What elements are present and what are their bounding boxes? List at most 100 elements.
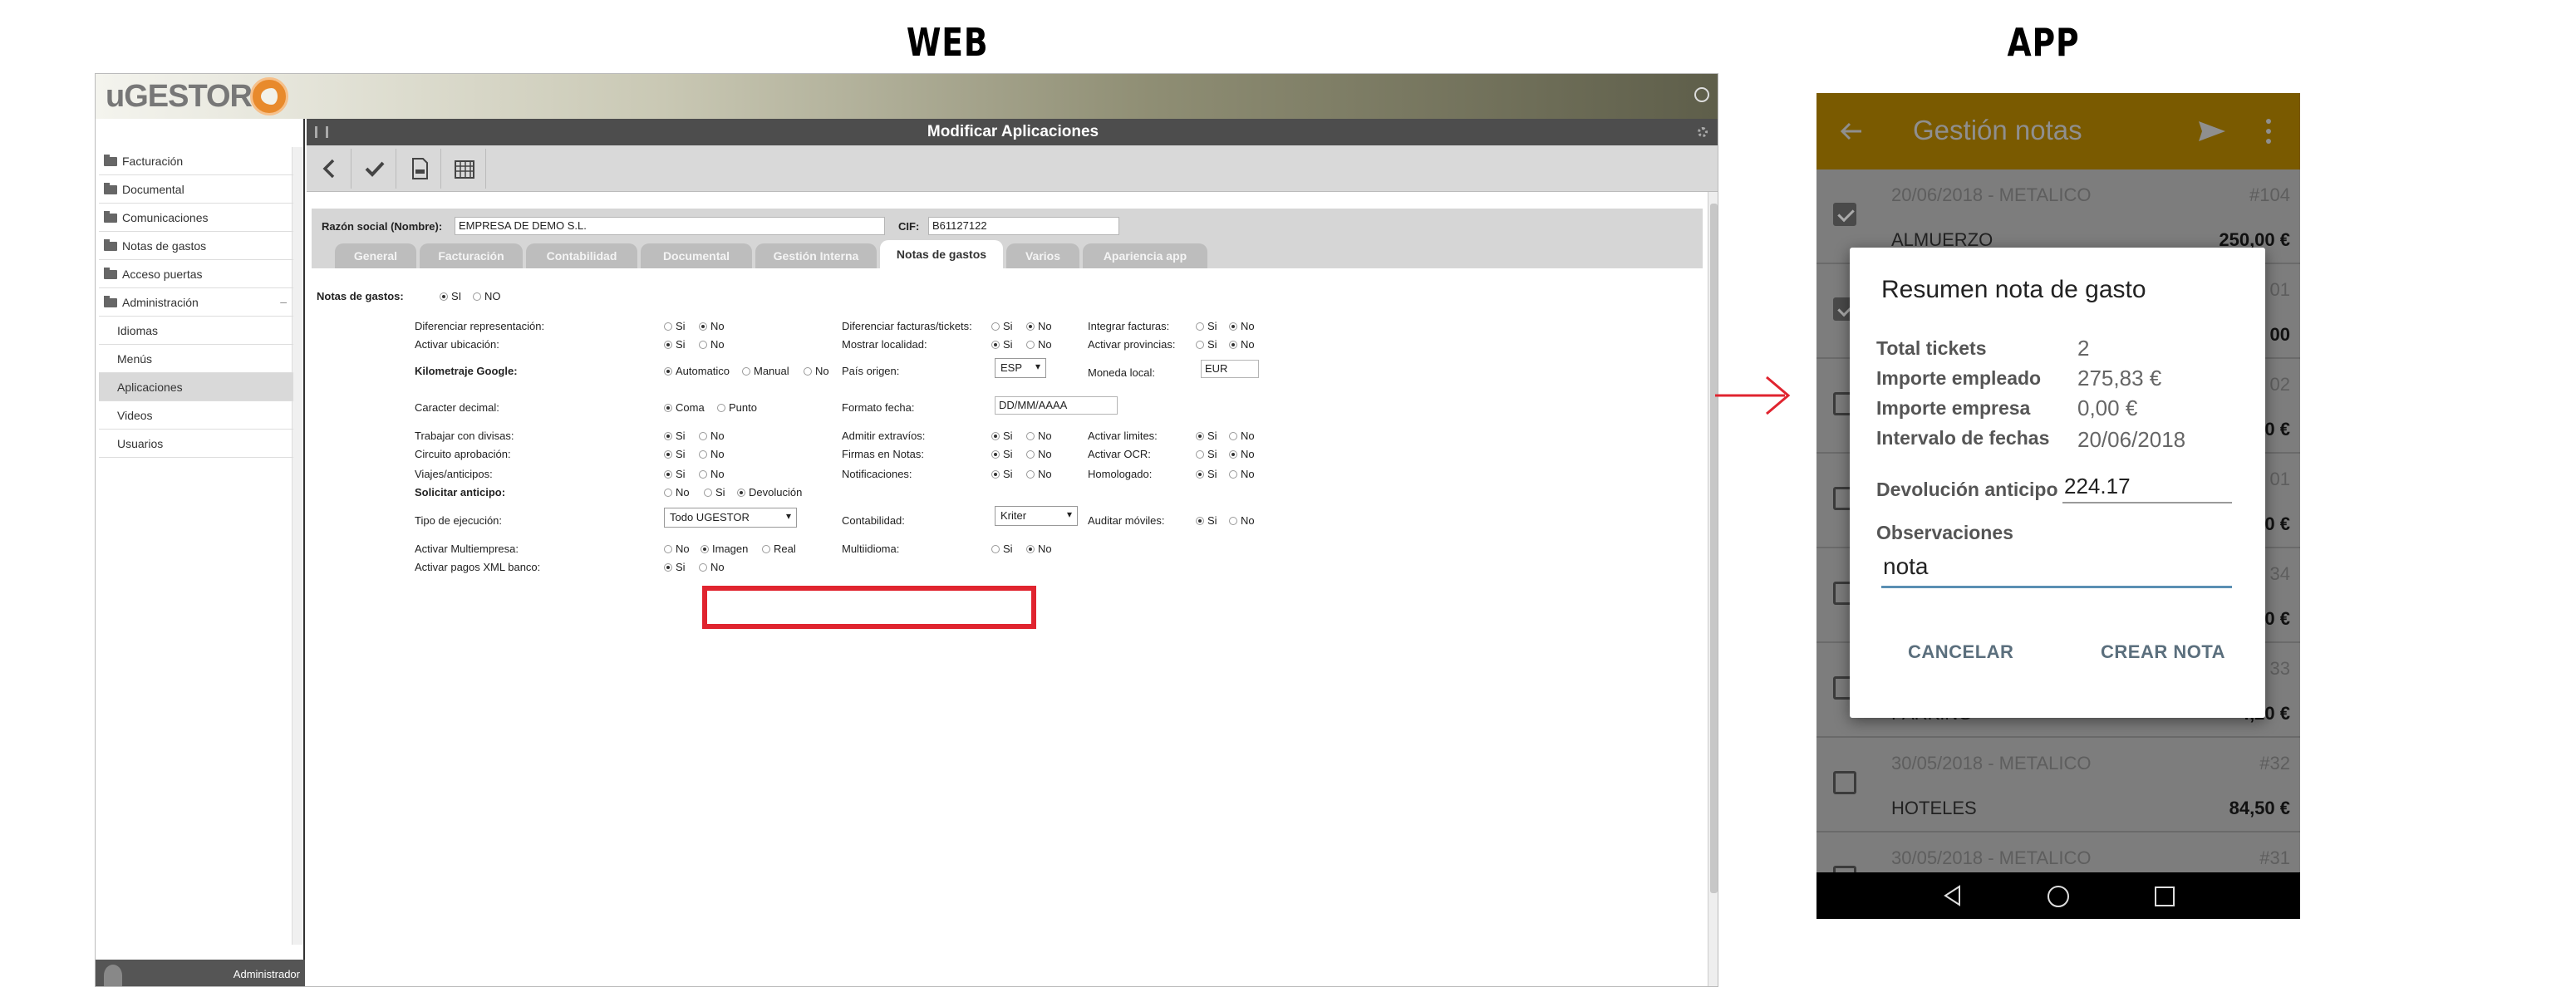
sidebar-item-documental[interactable]: Documental [99,175,293,204]
pais-origen-select[interactable]: ESP [995,358,1046,378]
viajes-no-radio[interactable] [699,470,707,479]
back-arrow-icon[interactable] [1838,118,1865,145]
sidebar-item-menus[interactable]: Menús [99,345,293,373]
save-button[interactable] [353,149,396,189]
row-checkbox[interactable] [1833,771,1856,794]
km-automatico-radio[interactable] [664,367,672,376]
sidebar-item-administracion[interactable]: Administración – [99,288,293,317]
export-pdf-button[interactable] [398,149,441,189]
formato-fecha-input[interactable]: DD/MM/AAAA [995,396,1118,415]
tab-documental[interactable]: Documental [641,243,752,268]
tab-notas-gastos[interactable]: Notas de gastos [880,240,1003,268]
anticipo-si-radio[interactable] [704,489,712,497]
dif-rep-si-radio[interactable] [664,322,672,331]
sidebar-item-idiomas[interactable]: Idiomas [99,317,293,345]
back-button[interactable] [308,149,351,189]
homologado-no-radio[interactable] [1229,470,1237,479]
sidebar-item-notas-gastos[interactable]: Notas de gastos [99,232,293,260]
dif-rep-no-radio[interactable] [699,322,707,331]
dif-fact-si-radio[interactable] [991,322,1000,331]
nav-back-icon[interactable] [1941,884,1964,907]
collapse-icon[interactable]: – [280,295,287,308]
multiempresa-no-radio[interactable] [664,545,672,553]
circuito-si-radio[interactable] [664,450,672,459]
ocr-no-radio[interactable] [1229,450,1237,459]
pagos-si-radio[interactable] [664,563,672,572]
extravios-no-radio[interactable] [1026,432,1035,440]
menu-icon[interactable] [315,126,328,138]
nav-home-icon[interactable] [2046,884,2071,909]
notificaciones-si-radio[interactable] [991,470,1000,479]
tab-facturacion[interactable]: Facturación [420,243,523,268]
tab-varios[interactable]: Varios [1006,243,1079,268]
content-scrollbar[interactable] [1708,192,1718,986]
firmas-no-radio[interactable] [1026,450,1035,459]
integrar-no-radio[interactable] [1229,322,1237,331]
auditar-si-radio[interactable] [1196,517,1204,525]
sidebar-item-aplicaciones[interactable]: Aplicaciones [99,373,293,401]
decimal-coma-radio[interactable] [664,404,672,412]
cancel-button[interactable]: CANCELAR [1908,641,2013,663]
provincias-si-radio[interactable] [1196,341,1204,349]
homologado-si-radio[interactable] [1196,470,1204,479]
moneda-local-input[interactable]: EUR [1201,360,1259,378]
extravios-si-radio[interactable] [991,432,1000,440]
sidebar-item-acceso-puertas[interactable]: Acceso puertas [99,260,293,288]
multiempresa-imagen-radio[interactable] [701,545,709,553]
razon-social-input[interactable]: EMPRESA DE DEMO S.L. [455,217,885,235]
notas-si-radio[interactable] [440,292,448,301]
sidebar-item-comunicaciones[interactable]: Comunicaciones [99,204,293,232]
nav-recents-icon[interactable] [2154,886,2175,907]
ubicacion-si-radio[interactable] [664,341,672,349]
row-number: 01 [2269,469,2290,489]
send-icon[interactable] [2197,118,2227,145]
viajes-si-radio[interactable] [664,470,672,479]
limites-no-radio[interactable] [1229,432,1237,440]
km-manual-radio[interactable] [742,367,750,376]
provincias-no-radio[interactable] [1229,341,1237,349]
scroll-thumb[interactable] [1710,204,1718,893]
gear-icon[interactable] [1698,127,1708,137]
ocr-si-radio[interactable] [1196,450,1204,459]
divisas-si-radio[interactable] [664,432,672,440]
decimal-punto-radio[interactable] [717,404,725,412]
sidebar-scrollbar[interactable] [292,147,303,945]
tab-gestion-interna[interactable]: Gestión Interna [755,243,877,268]
anticipo-no-radio[interactable] [664,489,672,497]
cif-input[interactable]: B61127122 [928,217,1119,235]
notas-no-radio[interactable] [473,292,481,301]
devolucion-anticipo-input[interactable]: 224.17 [2062,474,2232,503]
sidebar-item-videos[interactable]: Videos [99,401,293,430]
power-icon[interactable] [1694,87,1709,102]
multiidioma-si-radio[interactable] [991,545,1000,553]
multiidioma-no-radio[interactable] [1026,545,1035,553]
notificaciones-no-radio[interactable] [1026,470,1035,479]
row-checkbox[interactable] [1833,203,1856,226]
tipo-ejecucion-select[interactable]: Todo UGESTOR [664,508,797,528]
integrar-si-radio[interactable] [1196,322,1204,331]
tab-apariencia-app[interactable]: Apariencia app [1083,243,1207,268]
pagos-no-radio[interactable] [699,563,707,572]
calendar-button[interactable] [443,149,486,189]
circuito-no-radio[interactable] [699,450,707,459]
auditar-no-radio[interactable] [1229,517,1237,525]
firmas-si-radio[interactable] [991,450,1000,459]
localidad-no-radio[interactable] [1026,341,1035,349]
create-note-button[interactable]: CREAR NOTA [2101,641,2225,663]
dif-fact-no-radio[interactable] [1026,322,1035,331]
tab-contabilidad[interactable]: Contabilidad [526,243,637,268]
multiempresa-real-radio[interactable] [762,545,770,553]
list-item[interactable]: 30/05/2018 - METALICO #32 HOTELES 84,50 … [1816,738,2300,832]
observaciones-input[interactable]: nota [1881,553,2232,588]
tab-general[interactable]: General [335,243,416,268]
limites-si-radio[interactable] [1196,432,1204,440]
more-options-icon[interactable] [2264,115,2274,148]
anticipo-devolucion-radio[interactable] [737,489,745,497]
ubicacion-no-radio[interactable] [699,341,707,349]
localidad-si-radio[interactable] [991,341,1000,349]
km-no-radio[interactable] [804,367,812,376]
contabilidad-select[interactable]: Kriter [995,506,1078,526]
sidebar-item-facturacion[interactable]: Facturación [99,147,293,175]
divisas-no-radio[interactable] [699,432,707,440]
sidebar-item-usuarios[interactable]: Usuarios [99,430,293,458]
